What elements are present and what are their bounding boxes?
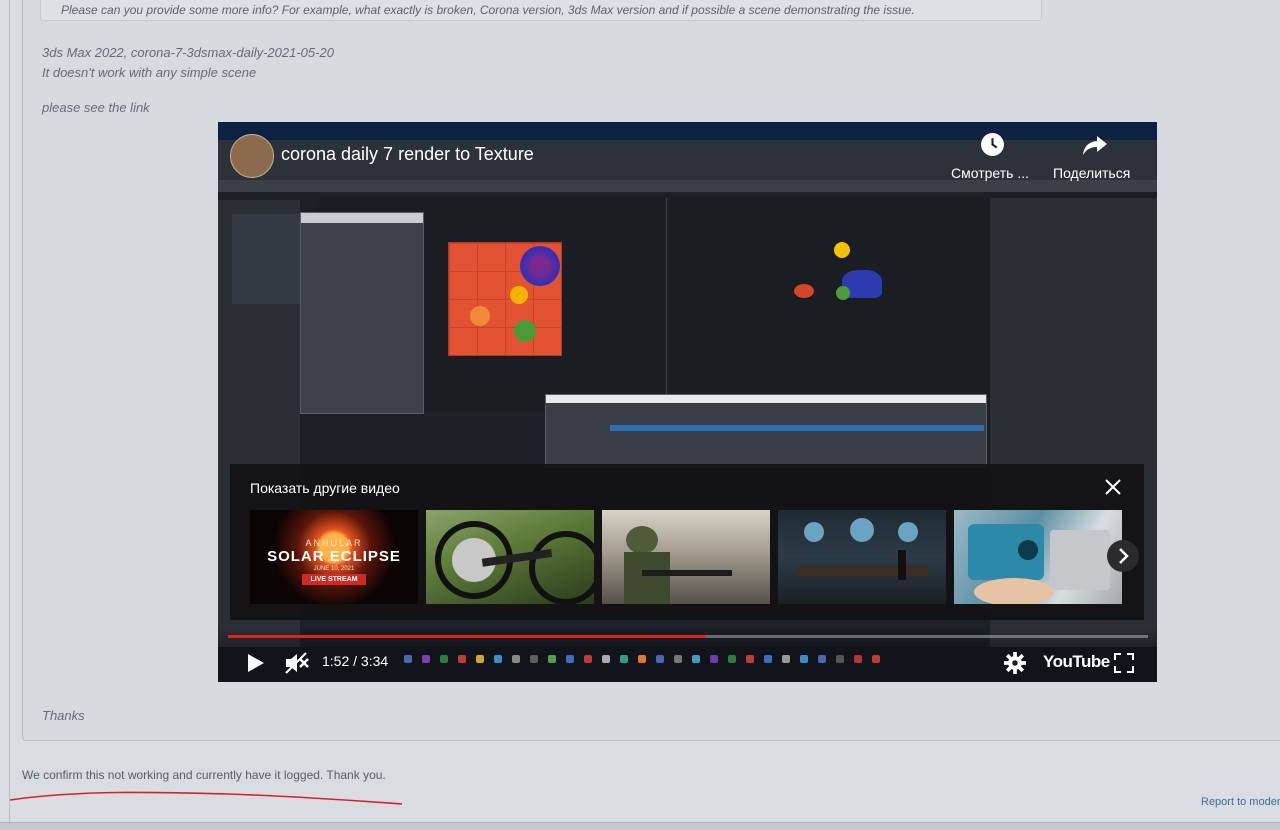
more-videos-panel: Показать другие видео ANNULAR SOLAR ECLI… (230, 464, 1144, 620)
taskbar-icon (530, 655, 538, 663)
video-object (514, 320, 536, 342)
video-thumbnail-device[interactable] (954, 510, 1122, 604)
report-link[interactable]: Report to moder (1201, 796, 1280, 808)
taskbar-icon (674, 655, 682, 663)
progress-bar[interactable] (228, 635, 1148, 638)
meeting-room-image (798, 518, 928, 580)
taskbar-icon (404, 655, 412, 663)
taskbar-icon (836, 655, 844, 663)
taskbar-icon (728, 655, 736, 663)
taskbar-icon (800, 655, 808, 663)
left-rule (9, 0, 10, 829)
taskbar-icon (548, 655, 556, 663)
device-image (968, 524, 1110, 604)
taskbar-icon (692, 655, 700, 663)
taskbar-icon (494, 655, 502, 663)
taskbar-icon (440, 655, 448, 663)
taskbar-icon (422, 655, 430, 663)
thumbnail-text: ANNULAR (305, 538, 363, 548)
video-object (836, 286, 850, 300)
taskbar-icon (566, 655, 574, 663)
video-viewport-front (668, 198, 990, 410)
video-object (520, 246, 560, 286)
channel-avatar[interactable] (230, 134, 274, 178)
hand-drawn-underline (9, 791, 403, 805)
video-object (794, 284, 814, 298)
video-thumbnail-bicycle[interactable] (426, 510, 594, 604)
taskbar-icon (764, 655, 772, 663)
taskbar-icon (602, 655, 610, 663)
taskbar-icon (620, 655, 628, 663)
taskbar-icon (854, 655, 862, 663)
video-thumbnail-soldier[interactable] (602, 510, 770, 604)
post-thanks: Thanks (42, 708, 85, 723)
bicycle-image (435, 521, 594, 604)
youtube-logo[interactable]: YouTube (1043, 652, 1110, 672)
next-videos-button[interactable] (1107, 540, 1139, 572)
video-object (470, 306, 490, 326)
quote-text: Please can you provide some more info? F… (61, 3, 915, 17)
post-line-version: 3ds Max 2022, corona-7-3dsmax-daily-2021… (42, 45, 334, 60)
time-display: 1:52 / 3:34 (322, 653, 389, 669)
video-render-dialog (300, 212, 424, 414)
video-object (510, 286, 528, 304)
fullscreen-icon[interactable] (1114, 653, 1134, 673)
taskbar-icon (512, 655, 520, 663)
gear-icon[interactable] (1004, 652, 1026, 674)
taskbar-icon (638, 655, 646, 663)
taskbar-icon (584, 655, 592, 663)
video-object (834, 242, 850, 258)
more-videos-title: Показать другие видео (250, 480, 400, 496)
video-title[interactable]: corona daily 7 render to Texture (281, 144, 534, 165)
share-label[interactable]: Поделиться (1053, 165, 1130, 181)
video-scene-list (232, 214, 300, 304)
video-app-ribbon (218, 180, 1157, 192)
video-app-titlebar (218, 122, 1157, 140)
taskbar-icon (458, 655, 466, 663)
taskbar-icon (782, 655, 790, 663)
taskbar-icon (872, 655, 880, 663)
close-icon[interactable] (1104, 478, 1122, 496)
video-thumbnail-meeting-room[interactable] (778, 510, 946, 604)
post-line-link: please see the link (42, 100, 150, 115)
progress-played (228, 635, 707, 638)
taskbar-icon (476, 655, 484, 663)
thumbnail-text: SOLAR ECLIPSE (267, 548, 401, 565)
clock-icon[interactable] (980, 132, 1005, 157)
taskbar-icon (746, 655, 754, 663)
post-line-scene: It doesn't work with any simple scene (42, 65, 257, 80)
taskbar-icon (818, 655, 826, 663)
embedded-video-player[interactable]: corona daily 7 render to Texture Смотрет… (218, 122, 1157, 682)
reply-text: We confirm this not working and currentl… (22, 768, 386, 782)
live-badge: LIVE STREAM (302, 574, 366, 585)
taskbar-icon (656, 655, 664, 663)
video-thumbnail-solar-eclipse[interactable]: ANNULAR SOLAR ECLIPSE JUNE 10, 2021 LIVE… (250, 510, 418, 604)
play-icon[interactable] (244, 652, 266, 674)
volume-muted-icon[interactable] (284, 651, 310, 675)
taskbar-icon (710, 655, 718, 663)
chevron-right-icon (1119, 548, 1129, 564)
soldier-image (624, 526, 732, 604)
video-bake-dialog (545, 394, 987, 468)
quoted-message: Please can you provide some more info? F… (40, 0, 1042, 21)
thumbnail-text: JUNE 10, 2021 (313, 566, 355, 572)
watch-later-label[interactable]: Смотреть ... (951, 165, 1029, 181)
share-icon[interactable] (1082, 134, 1108, 156)
